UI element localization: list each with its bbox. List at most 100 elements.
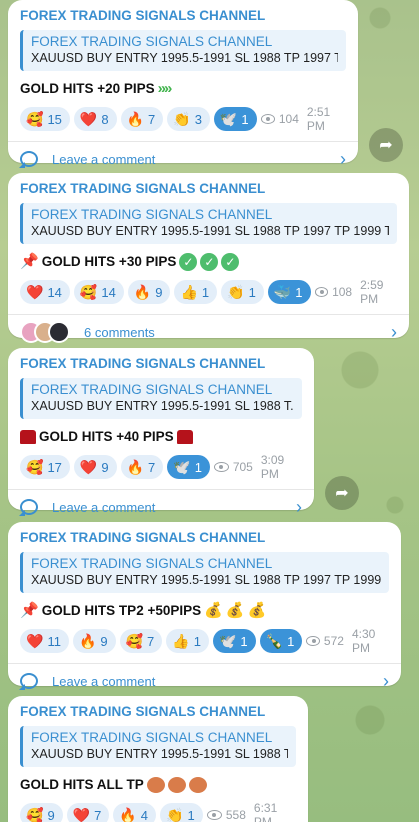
reaction-count: 1	[287, 633, 295, 649]
channel-name[interactable]: FOREX TRADING SIGNALS CHANNEL	[20, 530, 389, 546]
reaction-pill-active[interactable]: 🕊️ 1	[213, 107, 257, 131]
channel-post-5[interactable]: FOREX TRADING SIGNALS CHANNEL FOREX TRAD…	[8, 696, 308, 822]
reaction-pill[interactable]: 👏 1	[160, 803, 203, 822]
quote-title: FOREX TRADING SIGNALS CHANNEL	[31, 556, 273, 571]
channel-post-4[interactable]: FOREX TRADING SIGNALS CHANNEL FOREX TRAD…	[8, 522, 401, 691]
channel-name[interactable]: FOREX TRADING SIGNALS CHANNEL	[20, 356, 302, 372]
view-count: 108	[332, 285, 353, 299]
reaction-pill[interactable]: 👍 1	[174, 280, 218, 304]
reaction-pill-active[interactable]: 🐳 1	[267, 280, 311, 304]
reaction-pill[interactable]: ❤️ 11	[20, 629, 69, 653]
reaction-pill[interactable]: 🔥 7	[120, 107, 164, 131]
reaction-count: 14	[101, 284, 116, 300]
reply-quote[interactable]: FOREX TRADING SIGNALS CHANNEL XAUUSD BUY…	[20, 552, 389, 593]
reaction-pill-active[interactable]: 🕊️ 1	[212, 629, 256, 653]
channel-name[interactable]: FOREX TRADING SIGNALS CHANNEL	[20, 181, 397, 197]
clap-icon: 👏	[173, 111, 191, 127]
channel-post-1[interactable]: FOREX TRADING SIGNALS CHANNEL FOREX TRAD…	[8, 0, 358, 169]
commenter-avatars	[20, 321, 70, 343]
reaction-count: 1	[295, 284, 303, 300]
reaction-pill[interactable]: 👏 3	[167, 107, 210, 131]
reactions-bar: ❤️ 11 🔥 9 🥰 7 👍 1 🕊️ 1 🍾 1 572 4:30 PM	[20, 627, 389, 655]
reaction-pill[interactable]: 👍 1	[166, 629, 209, 653]
share-arrow-icon[interactable]: ➦	[369, 128, 403, 162]
smiling-hearts-icon: 🥰	[26, 807, 44, 822]
money-bag-icon: 💰	[247, 602, 267, 619]
fire-icon: 🔥	[78, 633, 97, 649]
reaction-pill[interactable]: 🔥 7	[120, 455, 164, 479]
channel-post-2[interactable]: FOREX TRADING SIGNALS CHANNEL FOREX TRAD…	[8, 173, 409, 343]
reaction-count: 1	[240, 633, 248, 649]
comment-bubble-icon	[20, 673, 38, 689]
reaction-pill[interactable]: 👏 1	[221, 280, 264, 304]
reaction-pill[interactable]: 🥰 15	[20, 107, 70, 131]
dove-icon: 🕊️	[173, 459, 191, 475]
reaction-pill[interactable]: 🔥 4	[113, 803, 157, 822]
reaction-count: 1	[187, 807, 195, 822]
reactions-bar: 🥰 9 ❤️ 7 🔥 4 👏 1 558 6:31 PM	[20, 801, 296, 822]
heart-icon: ❤️	[26, 633, 44, 649]
comments-button[interactable]: Leave a comment ›	[8, 664, 401, 698]
smiling-hearts-icon: 🥰	[26, 459, 44, 475]
reaction-count: 1	[201, 284, 210, 300]
channel-post-3[interactable]: FOREX TRADING SIGNALS CHANNEL FOREX TRAD…	[8, 348, 314, 517]
reply-quote[interactable]: FOREX TRADING SIGNALS CHANNEL XAUUSD BUY…	[20, 30, 346, 71]
reaction-count: 11	[47, 633, 61, 649]
views-eye-icon	[314, 287, 329, 297]
quote-text: XAUUSD BUY ENTRY 1995.5-1991 SL 1988 TP …	[31, 51, 338, 65]
avatar	[48, 321, 70, 343]
comments-label: Leave a comment	[52, 499, 156, 515]
comments-button[interactable]: Leave a comment ›	[8, 490, 314, 524]
reaction-pill[interactable]: ❤️ 14	[20, 280, 70, 304]
reaction-count: 8	[101, 111, 109, 127]
reaction-count: 1	[193, 633, 201, 649]
channel-name[interactable]: FOREX TRADING SIGNALS CHANNEL	[20, 8, 346, 24]
reply-quote[interactable]: FOREX TRADING SIGNALS CHANNEL XAUUSD BUY…	[20, 378, 302, 419]
view-count: 558	[225, 808, 246, 822]
reaction-pill[interactable]: ❤️ 7	[66, 803, 110, 822]
double-arrow-emoji-icon: »»	[157, 80, 173, 97]
fire-icon: 🔥	[119, 807, 137, 822]
reactions-bar: 🥰 15 ❤️ 8 🔥 7 👏 3 🕊️ 1 104 2:51 PM	[20, 105, 346, 133]
check-mark-icon: ✓	[179, 253, 198, 271]
reaction-pill[interactable]: 🔥 9	[72, 629, 116, 653]
reply-quote[interactable]: FOREX TRADING SIGNALS CHANNEL XAUUSD BUY…	[20, 203, 397, 244]
thumbs-up-icon: 👍	[172, 633, 190, 649]
reaction-pill-active[interactable]: 🍾 1	[259, 629, 303, 653]
post-headline: GOLD HITS +40 PIPS	[20, 427, 302, 447]
reply-quote[interactable]: FOREX TRADING SIGNALS CHANNEL XAUUSD BUY…	[20, 726, 296, 767]
heart-icon: ❤️	[79, 111, 98, 127]
reaction-count: 17	[47, 459, 62, 475]
reaction-pill[interactable]: 🥰 7	[119, 629, 163, 653]
reaction-pill-active[interactable]: 🕊️ 1	[167, 455, 210, 479]
reaction-count: 7	[148, 459, 156, 475]
comment-bubble-icon	[20, 499, 38, 515]
quote-title: FOREX TRADING SIGNALS CHANNEL	[31, 730, 273, 745]
views-eye-icon	[213, 462, 229, 472]
pushpin-icon: 📌	[20, 253, 39, 270]
comments-label: 6 comments	[84, 324, 155, 340]
reaction-pill[interactable]: 🥰 17	[20, 455, 70, 479]
view-count: 572	[323, 634, 344, 648]
chevron-right-icon: ›	[391, 321, 397, 342]
reaction-pill[interactable]: 🥰 9	[20, 803, 63, 822]
hamster-face-icon	[167, 777, 186, 793]
reaction-count: 15	[47, 111, 62, 127]
reaction-pill[interactable]: 🔥 9	[127, 280, 171, 304]
reaction-pill[interactable]: 🥰 14	[73, 280, 124, 304]
share-arrow-icon[interactable]: ➦	[325, 476, 359, 510]
reaction-count: 1	[241, 111, 249, 127]
quote-text: XAUUSD BUY ENTRY 1995.5-1991 SL 1988 TP …	[31, 573, 381, 587]
chevron-right-icon: ›	[296, 496, 302, 517]
reaction-count: 4	[140, 807, 149, 822]
quote-title: FOREX TRADING SIGNALS CHANNEL	[31, 34, 273, 49]
heart-icon: ❤️	[26, 284, 44, 300]
reaction-pill[interactable]: ❤️ 9	[73, 455, 117, 479]
comments-button[interactable]: 6 comments ›	[8, 315, 409, 349]
post-meta: 108 2:59 PM	[314, 278, 398, 306]
post-headline: GOLD HITS +20 PIPS »»	[20, 79, 346, 99]
reaction-pill[interactable]: ❤️ 8	[73, 107, 117, 131]
channel-name[interactable]: FOREX TRADING SIGNALS CHANNEL	[20, 704, 296, 720]
quote-title: FOREX TRADING SIGNALS CHANNEL	[31, 382, 273, 397]
comments-button[interactable]: Leave a comment ›	[8, 142, 358, 176]
